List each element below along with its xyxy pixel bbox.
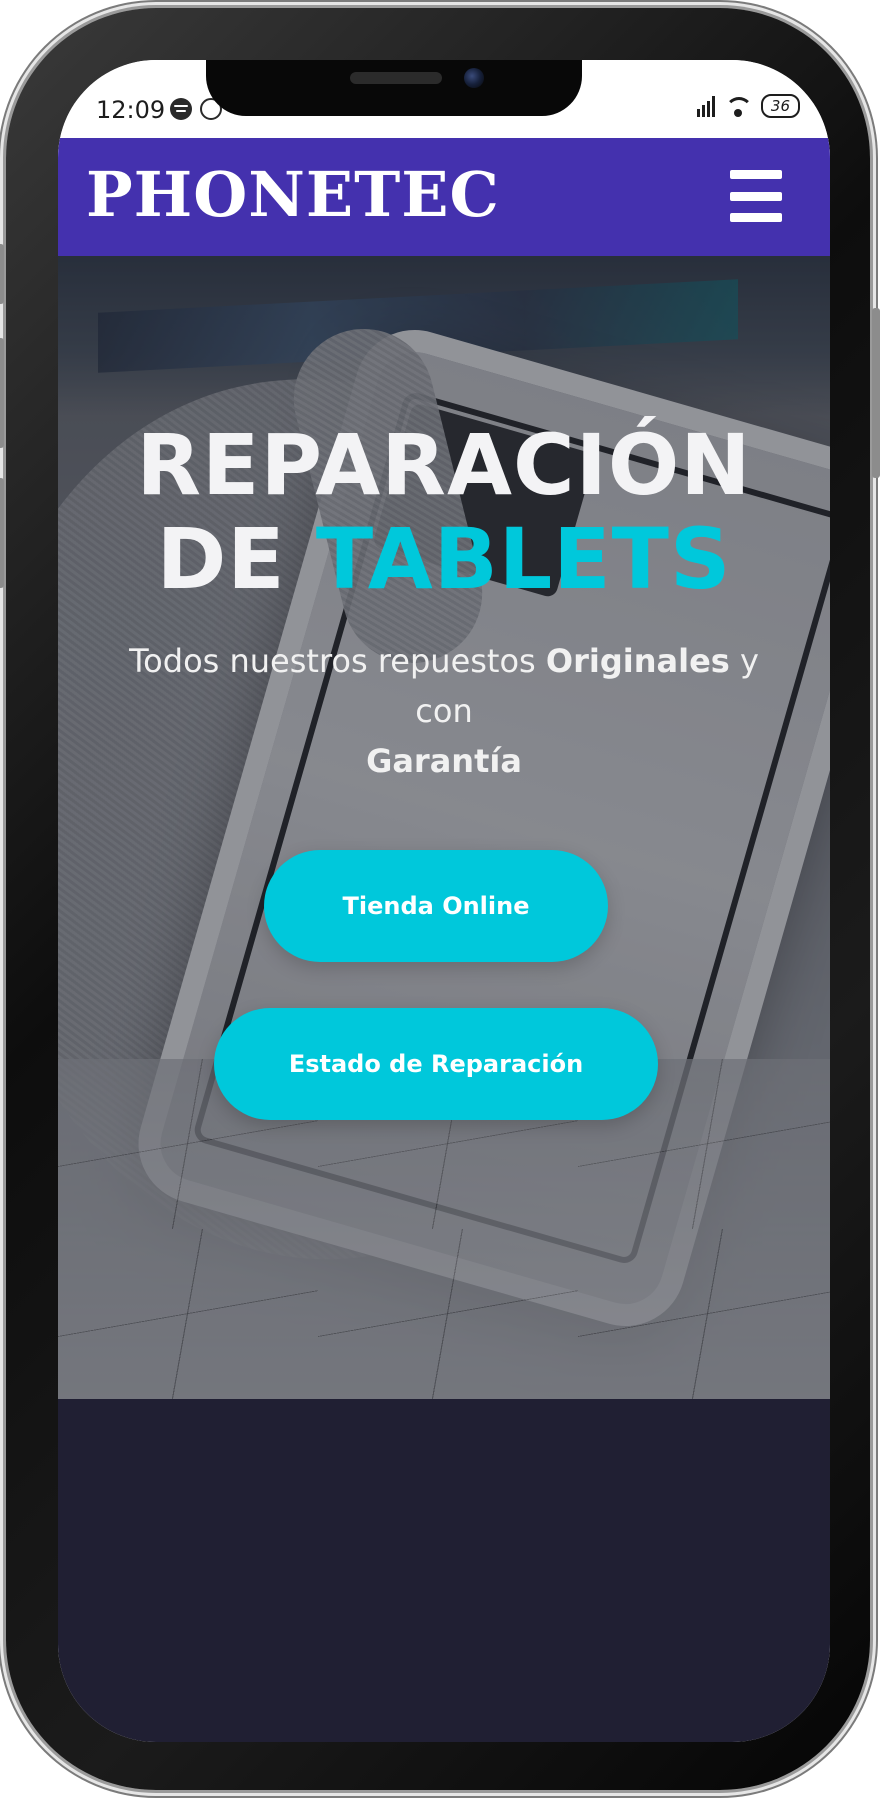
subtitle-bold-originales: Originales [545, 642, 730, 680]
spotify-icon [170, 98, 192, 120]
repair-status-button[interactable]: Estado de Reparación [214, 1008, 658, 1120]
volume-down-button [0, 478, 4, 588]
mute-switch [0, 244, 4, 304]
wifi-icon [724, 95, 751, 117]
subtitle-bold-garantia: Garantía [366, 742, 522, 780]
hero-title-line1: REPARACIÓN [136, 416, 752, 514]
site-header: PHONETEC [58, 138, 830, 256]
notch [206, 60, 582, 116]
store-button[interactable]: Tienda Online [264, 850, 608, 962]
hero-title-accent: TABLETS [315, 510, 732, 608]
phone-frame: 12:09 36 PHONETEC REPARACIÓN DE TABLETS … [0, 8, 880, 1790]
battery-icon: 36 [760, 94, 800, 118]
status-icons-right: 36 [696, 94, 800, 118]
earpiece-speaker [350, 72, 442, 84]
subtitle-text-1: Todos nuestros repuestos [129, 642, 546, 680]
signal-icon [696, 95, 715, 117]
power-button [872, 308, 880, 478]
hero-subtitle: Todos nuestros repuestos Originales y co… [98, 636, 790, 786]
hamburger-menu-icon[interactable] [730, 170, 782, 222]
footer-section [58, 1399, 830, 1742]
status-time: 12:09 [96, 96, 166, 124]
hero-section: REPARACIÓN DE TABLETS Todos nuestros rep… [58, 256, 830, 1399]
hero-title-de: DE [156, 510, 316, 608]
hero-title-line2: DE TABLETS [58, 512, 830, 606]
front-camera-icon [464, 68, 484, 88]
site-logo[interactable]: PHONETEC [86, 158, 500, 231]
phone-screen: 12:09 36 PHONETEC REPARACIÓN DE TABLETS … [58, 60, 830, 1742]
volume-up-button [0, 338, 4, 448]
